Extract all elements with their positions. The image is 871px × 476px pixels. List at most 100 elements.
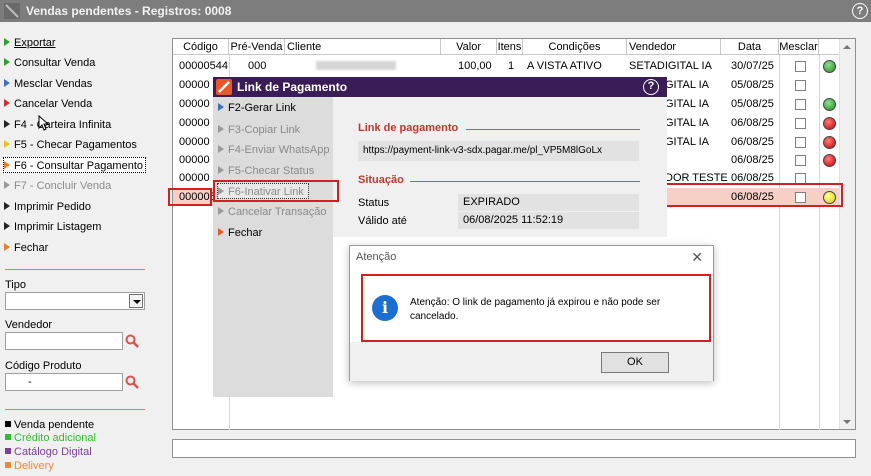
dialog-title: Atenção xyxy=(356,251,397,263)
cell-data: 05/08/25 xyxy=(731,79,774,91)
sidebar-menu: Exportar Consultar Venda Mesclar Vendas … xyxy=(0,22,150,476)
status-label: Status xyxy=(358,197,390,209)
status-value: EXPIRADO xyxy=(458,194,639,211)
square-icon xyxy=(5,448,11,454)
mouse-cursor-icon xyxy=(38,115,50,131)
sidebar-item-fechar[interactable]: Fechar xyxy=(4,240,48,256)
col-cliente[interactable]: Cliente xyxy=(285,39,441,55)
arrow-right-icon xyxy=(4,120,10,128)
col-mesclar[interactable]: Mesclar xyxy=(779,39,819,55)
cell-codigo: 00000 xyxy=(179,117,210,129)
cell-codigo: 00000 xyxy=(179,154,210,166)
col-pre-venda[interactable]: Pré-Venda xyxy=(229,39,285,55)
payment-dialog-menu: F2-Gerar Link F3-Copiar Link F4-Enviar W… xyxy=(213,97,333,397)
cell-vendedor: GITAL IA xyxy=(665,79,710,91)
arrow-right-icon xyxy=(4,181,10,189)
cell-codigo: 00000 xyxy=(179,98,210,110)
highlight-box xyxy=(168,188,212,206)
mesclar-checkbox[interactable] xyxy=(795,137,806,148)
valido-value: 06/08/2025 11:52:19 xyxy=(458,212,639,229)
arrow-right-icon xyxy=(4,202,10,210)
vertical-scrollbar[interactable] xyxy=(839,39,855,429)
col-vendedor[interactable]: Vendedor xyxy=(627,39,721,55)
sidebar-item-concluir-venda[interactable]: F7 - Concluir Venda xyxy=(4,178,111,194)
table-row[interactable]: 00000544 000 100,00 1 A VISTA ATIVO SETA… xyxy=(173,57,839,75)
menu-copiar-link[interactable]: F3-Copiar Link xyxy=(218,122,300,138)
situacao-section-title: Situação xyxy=(358,174,404,186)
arrow-right-icon xyxy=(218,207,224,215)
vendedor-input[interactable] xyxy=(5,332,123,350)
ok-button[interactable]: OK xyxy=(601,352,669,373)
menu-cancelar-transacao[interactable]: Cancelar Transação xyxy=(218,204,326,220)
mesclar-checkbox[interactable] xyxy=(795,99,806,110)
link-section-title: Link de pagamento xyxy=(358,122,459,134)
close-icon[interactable]: ✕ xyxy=(691,249,703,266)
mesclar-checkbox[interactable] xyxy=(795,155,806,166)
menu-gerar-link[interactable]: F2-Gerar Link xyxy=(218,100,296,116)
sidebar-item-imprimir-listagem[interactable]: Imprimir Listagem xyxy=(4,219,101,235)
status-indicator xyxy=(823,98,836,111)
cell-data: 05/08/25 xyxy=(731,98,774,110)
highlight-box xyxy=(361,274,711,342)
arrow-right-icon xyxy=(4,79,10,87)
col-status xyxy=(819,39,839,55)
cell-data: 06/08/25 xyxy=(731,117,774,129)
divider xyxy=(5,409,145,410)
arrow-right-icon xyxy=(218,145,224,153)
help-icon[interactable]: ? xyxy=(643,79,659,95)
cell-itens: 1 xyxy=(508,60,515,72)
col-condicoes[interactable]: Condições xyxy=(523,39,627,55)
search-icon[interactable] xyxy=(125,334,139,348)
cell-condicoes: A VISTA ATIVO xyxy=(527,60,602,72)
sidebar-item-imprimir-pedido[interactable]: Imprimir Pedido xyxy=(4,199,91,215)
mesclar-checkbox[interactable] xyxy=(795,118,806,129)
cell-codigo: 00000544 xyxy=(179,60,228,72)
tipo-select[interactable] xyxy=(5,292,145,310)
cell-cliente-redacted xyxy=(288,57,408,75)
app-icon xyxy=(4,3,20,19)
square-icon xyxy=(5,434,11,440)
col-itens[interactable]: Itens xyxy=(497,39,523,55)
arrow-right-icon xyxy=(218,166,224,174)
legend-delivery: Delivery xyxy=(5,459,54,473)
help-icon[interactable]: ? xyxy=(852,3,868,19)
sidebar-item-checar-pagamentos[interactable]: F5 - Checar Pagamentos xyxy=(4,137,137,153)
cell-data: 06/08/25 xyxy=(731,154,774,166)
cell-valor: 100,00 xyxy=(458,60,492,72)
scroll-up-icon[interactable] xyxy=(842,42,852,52)
cell-vendedor: GITAL IA xyxy=(665,98,710,110)
grid-header: Código Pré-Venda Cliente Valor Itens Con… xyxy=(173,39,839,55)
status-indicator xyxy=(823,117,836,130)
scroll-down-icon[interactable] xyxy=(842,417,852,427)
codigo-produto-label: Código Produto xyxy=(5,360,82,372)
cell-data: 30/07/25 xyxy=(731,60,774,72)
col-data[interactable]: Data xyxy=(721,39,779,55)
sidebar-item-carteira-infinita[interactable]: F4 - Carteira Infinita xyxy=(4,117,111,133)
codigo-produto-input[interactable]: - xyxy=(5,373,123,391)
window-title: Vendas pendentes - Registros: 0008 xyxy=(26,4,232,18)
menu-fechar[interactable]: Fechar xyxy=(218,225,262,241)
payment-dialog-header: Link de Pagamento ? xyxy=(213,77,667,97)
col-codigo[interactable]: Código xyxy=(173,39,229,55)
search-icon[interactable] xyxy=(125,375,139,389)
status-indicator xyxy=(823,154,836,167)
sidebar-item-consultar-pagamento[interactable]: F6 - Consultar Pagamento xyxy=(3,157,147,173)
sidebar-item-mesclar-vendas[interactable]: Mesclar Vendas xyxy=(4,76,92,92)
highlight-box xyxy=(213,180,339,202)
menu-enviar-whatsapp[interactable]: F4-Enviar WhatsApp xyxy=(218,142,329,158)
sidebar-item-cancelar-venda[interactable]: Cancelar Venda xyxy=(4,96,92,112)
chevron-down-icon[interactable] xyxy=(129,294,143,308)
sidebar-item-exportar[interactable]: Exportar xyxy=(4,35,56,51)
menu-checar-status[interactable]: F5-Checar Status xyxy=(218,163,314,179)
sidebar-item-consultar-venda[interactable]: Consultar Venda xyxy=(4,55,95,71)
cell-codigo: 00000 xyxy=(179,79,210,91)
tipo-label: Tipo xyxy=(5,279,26,291)
payment-link-url[interactable]: https://payment-link-v3-sdx.pagar.me/pl_… xyxy=(358,141,639,161)
divider xyxy=(466,129,640,130)
cell-vendedor: SETADIGITAL IA xyxy=(629,60,712,72)
mesclar-checkbox[interactable] xyxy=(795,61,806,72)
arrow-right-icon xyxy=(4,222,10,230)
mesclar-checkbox[interactable] xyxy=(795,80,806,91)
col-valor[interactable]: Valor xyxy=(441,39,497,55)
window-titlebar: Vendas pendentes - Registros: 0008 ? xyxy=(0,0,871,22)
